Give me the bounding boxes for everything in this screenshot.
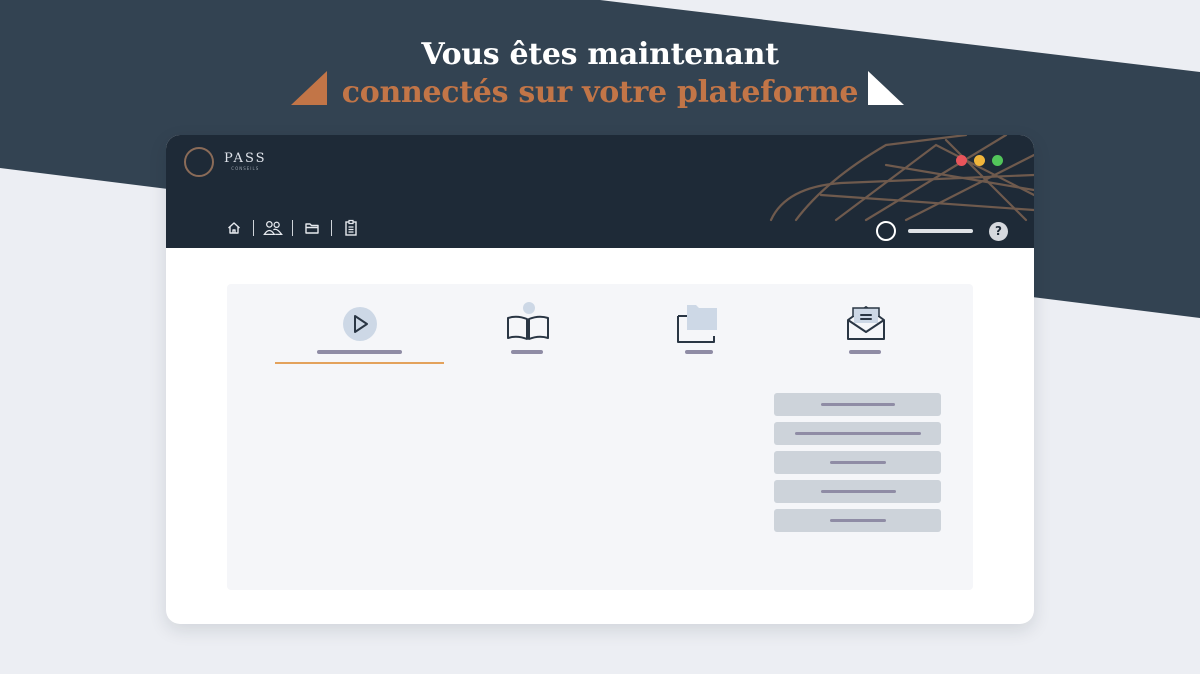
main-nav: [224, 218, 361, 238]
users-icon[interactable]: [263, 218, 283, 238]
menu-item-label-placeholder: [830, 461, 886, 464]
menu-item[interactable]: [774, 393, 941, 416]
white-triangle-decoration: [868, 71, 904, 105]
brand-ring-icon: [184, 147, 214, 177]
clipboard-icon[interactable]: [341, 218, 361, 238]
menu-item-label-placeholder: [821, 490, 896, 493]
minimize-dot[interactable]: [974, 155, 985, 166]
tab-videos[interactable]: [275, 302, 445, 367]
menu-item-label-placeholder: [830, 519, 886, 522]
menu-item[interactable]: [774, 480, 941, 503]
nav-divider: [331, 220, 332, 236]
folder-icon[interactable]: [302, 218, 322, 238]
help-button[interactable]: ?: [989, 221, 1008, 241]
close-dot[interactable]: [956, 155, 967, 166]
tab-label-placeholder: [685, 350, 713, 354]
tab-label-placeholder: [849, 350, 881, 354]
brand-subtitle: CONSEILS: [231, 166, 260, 171]
side-menu: [774, 393, 941, 538]
mail-icon: [847, 306, 885, 340]
active-tab-indicator: [275, 362, 444, 364]
tab-label-placeholder: [317, 350, 402, 354]
headline: Vous êtes maintenant connectés sur votre…: [0, 36, 1200, 112]
nav-divider: [292, 220, 293, 236]
window-controls: [956, 155, 1003, 166]
book-icon: [507, 302, 549, 340]
menu-item-label-placeholder: [821, 403, 895, 406]
tab-label-placeholder: [511, 350, 543, 354]
avatar[interactable]: [876, 221, 896, 241]
play-icon: [343, 307, 377, 341]
menu-item-label-placeholder: [795, 432, 921, 435]
home-icon[interactable]: [224, 218, 244, 238]
brand-logo[interactable]: PASS CONSEILS: [184, 147, 267, 177]
folder-icon: [677, 305, 717, 343]
headline-line-2: connectés sur votre plateforme: [341, 75, 859, 110]
headline-line-1: Vous êtes maintenant: [421, 37, 779, 72]
nav-divider: [253, 220, 254, 236]
copper-triangle-decoration: [291, 71, 327, 105]
menu-item[interactable]: [774, 509, 941, 532]
menu-item[interactable]: [774, 422, 941, 445]
maximize-dot[interactable]: [992, 155, 1003, 166]
tab-messages[interactable]: [781, 302, 951, 367]
app-window: PASS CONSEILS ?: [166, 135, 1034, 624]
user-area: ?: [876, 221, 1008, 241]
tab-documents[interactable]: [613, 302, 783, 367]
brand-name: PASS: [224, 151, 267, 166]
menu-item[interactable]: [774, 451, 941, 474]
username-placeholder[interactable]: [908, 229, 973, 233]
tab-library[interactable]: [443, 302, 613, 367]
content-panel: [227, 284, 973, 590]
app-header: PASS CONSEILS ?: [166, 135, 1034, 248]
